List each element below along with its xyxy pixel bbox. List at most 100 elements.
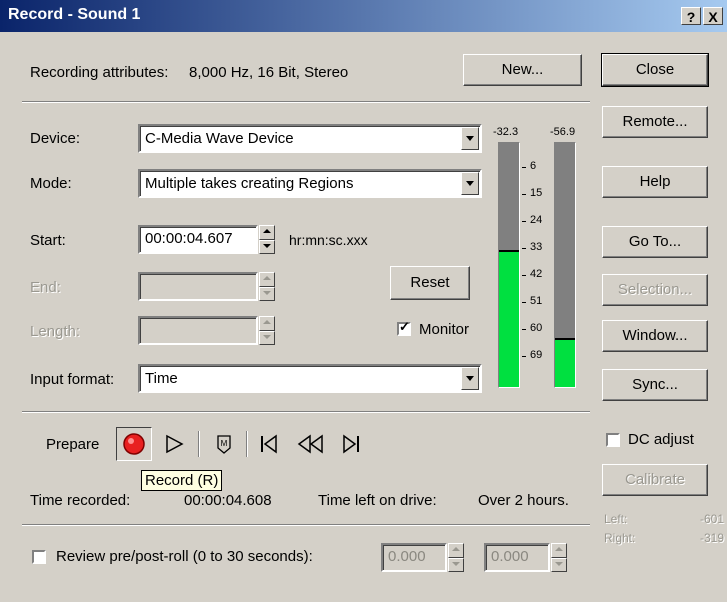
spin-up-icon[interactable]: [259, 316, 275, 331]
monitor-label: Monitor: [419, 321, 470, 338]
spin-up-icon[interactable]: [259, 225, 275, 240]
right-peak-label: -56.9: [550, 126, 576, 138]
left-peak-label: -32.3: [493, 126, 519, 138]
calib-right-value: -319: [700, 531, 725, 545]
play-button[interactable]: [160, 430, 188, 458]
calibrate-button[interactable]: Calibrate: [602, 464, 708, 496]
window-button[interactable]: Window...: [602, 320, 708, 352]
spin-down-icon[interactable]: [259, 286, 275, 301]
time-recorded-label: Time recorded:: [30, 492, 131, 509]
calib-right-label: Right:: [604, 531, 636, 545]
toolbar-divider: [246, 431, 248, 457]
goto-button[interactable]: Go To...: [602, 226, 708, 258]
preroll-spinner[interactable]: [448, 543, 464, 572]
separator-top: [22, 101, 590, 103]
meter-tick-mark: [522, 167, 526, 168]
end-label: End:: [30, 279, 61, 296]
go-to-end-icon: [343, 434, 359, 454]
review-checkbox[interactable]: [32, 550, 46, 564]
window-title: Record - Sound 1: [8, 6, 141, 23]
meter-tick-label: 33: [530, 241, 543, 253]
meter-tick-mark: [522, 302, 526, 303]
peak-hold-bar: [555, 338, 575, 340]
reset-button[interactable]: Reset: [390, 266, 470, 300]
meter-tick-mark: [522, 275, 526, 276]
device-value: C-Media Wave Device: [145, 130, 294, 147]
right-level-fill: [555, 340, 575, 387]
preroll-input[interactable]: 0.000: [381, 543, 447, 572]
length-spinner[interactable]: [259, 316, 275, 345]
rewind-icon: [297, 434, 323, 454]
meter-tick-label: 69: [530, 349, 543, 361]
title-bar: Record - Sound 1 ? X: [0, 0, 727, 32]
start-spinner[interactable]: [259, 225, 275, 254]
start-input[interactable]: 00:00:04.607: [138, 225, 258, 254]
peak-hold-bar: [499, 250, 519, 252]
svg-text:M: M: [221, 439, 228, 448]
record-button[interactable]: [116, 427, 152, 461]
spin-down-icon[interactable]: [448, 557, 464, 572]
input-format-value: Time: [145, 370, 178, 387]
meter-tick-mark: [522, 221, 526, 222]
spin-down-icon[interactable]: [259, 239, 275, 254]
close-button[interactable]: Close: [601, 53, 709, 87]
end-spinner[interactable]: [259, 272, 275, 301]
right-level-meter: [554, 142, 576, 388]
meter-tick-label: 60: [530, 322, 543, 334]
monitor-checkbox[interactable]: ✓: [397, 319, 411, 336]
left-level-fill: [499, 252, 519, 387]
review-label: Review pre/post-roll (0 to 30 seconds):: [56, 548, 313, 565]
end-input[interactable]: [138, 272, 258, 301]
marker-button[interactable]: M: [210, 430, 238, 458]
input-format-select[interactable]: Time: [138, 364, 482, 393]
time-left-label: Time left on drive:: [318, 492, 437, 509]
marker-icon: M: [217, 435, 231, 454]
input-format-label: Input format:: [30, 371, 115, 388]
postroll-spinner[interactable]: [551, 543, 567, 572]
go-to-start-button[interactable]: [256, 430, 282, 458]
spin-up-icon[interactable]: [448, 543, 464, 558]
left-level-meter: [498, 142, 520, 388]
help-button[interactable]: Help: [602, 166, 708, 198]
meter-scale: 6 15 24 33 42 51 60 69: [522, 142, 552, 388]
new-button[interactable]: New...: [463, 54, 582, 86]
meter-tick-mark: [522, 356, 526, 357]
meter-tick-label: 6: [530, 160, 537, 172]
record-tooltip: Record (R): [141, 470, 223, 491]
go-to-end-button[interactable]: [338, 430, 364, 458]
play-icon: [166, 434, 184, 454]
mode-value: Multiple takes creating Regions: [145, 175, 354, 192]
length-input[interactable]: [138, 316, 258, 345]
dc-adjust-checkbox[interactable]: [606, 433, 620, 447]
checkmark-icon: ✓: [399, 319, 410, 334]
calib-left-value: -601: [700, 512, 725, 526]
sync-button[interactable]: Sync...: [602, 369, 708, 401]
close-title-button[interactable]: X: [703, 7, 723, 25]
rewind-button[interactable]: [294, 430, 328, 458]
meter-tick-mark: [522, 194, 526, 195]
calib-left-label: Left:: [604, 512, 628, 526]
chevron-down-icon[interactable]: [461, 172, 479, 195]
device-select[interactable]: C-Media Wave Device: [138, 124, 482, 153]
separator-bottom: [22, 524, 590, 526]
selection-button[interactable]: Selection...: [602, 274, 708, 306]
start-label: Start:: [30, 232, 66, 249]
spin-down-icon[interactable]: [259, 330, 275, 345]
spin-down-icon[interactable]: [551, 557, 567, 572]
start-unit: hr:mn:sc.xxx: [289, 232, 368, 248]
spin-up-icon[interactable]: [551, 543, 567, 558]
chevron-down-icon[interactable]: [461, 367, 479, 390]
attributes-value: 8,000 Hz, 16 Bit, Stereo: [189, 64, 349, 81]
postroll-input[interactable]: 0.000: [484, 543, 550, 572]
go-to-start-icon: [261, 434, 277, 454]
separator-mid: [22, 411, 590, 413]
meter-tick-label: 42: [530, 268, 543, 280]
meter-tick-label: 15: [530, 187, 543, 199]
spin-up-icon[interactable]: [259, 272, 275, 287]
remote-button[interactable]: Remote...: [602, 106, 708, 138]
mode-select[interactable]: Multiple takes creating Regions: [138, 169, 482, 198]
record-icon: [123, 433, 145, 455]
prepare-label: Prepare: [46, 436, 100, 453]
chevron-down-icon[interactable]: [461, 127, 479, 150]
help-title-button[interactable]: ?: [681, 7, 701, 25]
